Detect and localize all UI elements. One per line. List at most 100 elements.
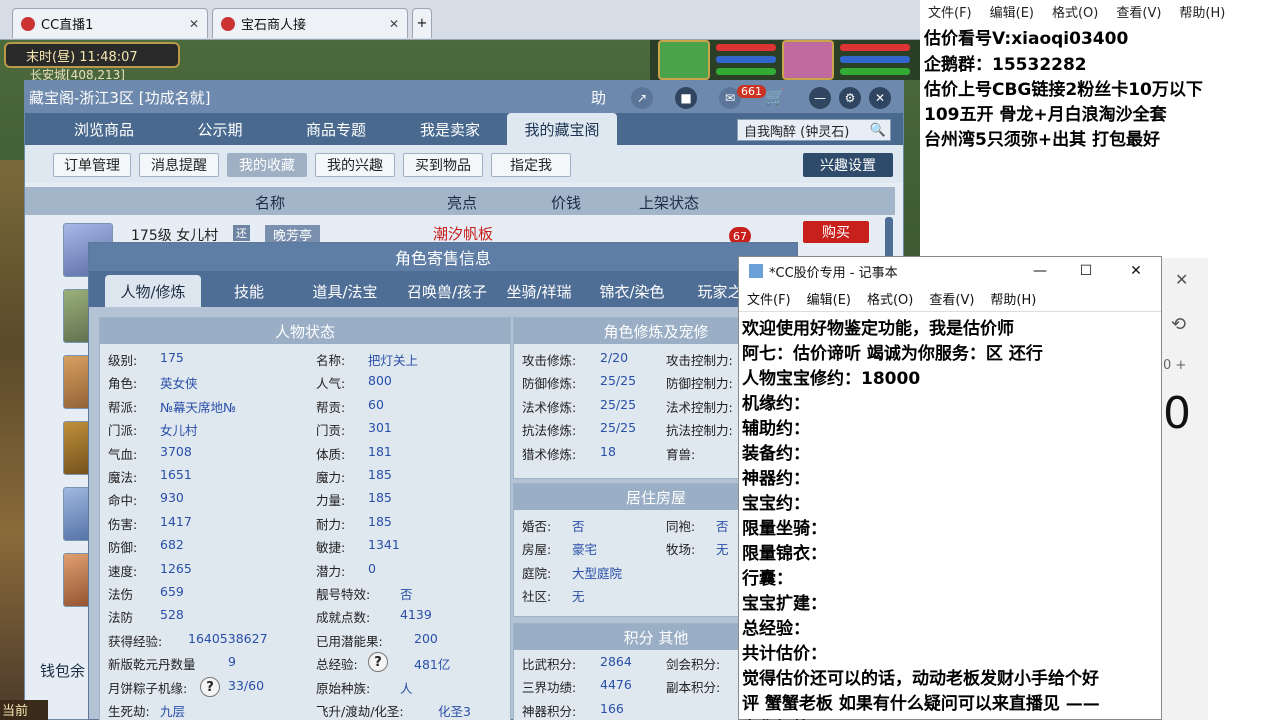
tab-skills[interactable]: 技能 xyxy=(207,275,291,307)
notepad-popup-line: 宝宝扩建： xyxy=(742,594,827,614)
minimize-button[interactable]: — xyxy=(1017,259,1063,283)
help-question-icon[interactable]: ? xyxy=(200,677,220,697)
subtab-purchased[interactable]: 买到物品 xyxy=(403,153,483,177)
close-tab-icon[interactable]: ✕ xyxy=(389,17,399,31)
menu-format[interactable]: 格式(O) xyxy=(1052,2,1098,21)
score-label: 比武积分: xyxy=(522,657,577,672)
search-icon[interactable]: 🔍 xyxy=(870,123,886,138)
tab-my-pavilion[interactable]: 我的藏宝阁 xyxy=(507,113,617,145)
tab-summons[interactable]: 召唤兽/孩子 xyxy=(395,275,499,307)
house-label: 庭院: xyxy=(522,565,552,581)
status-value: 659 xyxy=(160,584,184,599)
status-value: 1417 xyxy=(160,513,192,529)
cultivation-label: 防御修炼: xyxy=(522,376,577,392)
notepad-popup-title: *CC股价专用 - 记事本 xyxy=(769,265,898,281)
cultivation-label: 猎术修炼: xyxy=(522,446,577,462)
player-portrait[interactable] xyxy=(782,40,834,80)
shop-sub-tabs: 订单管理 消息提醒 我的收藏 我的兴趣 买到物品 指定我 xyxy=(25,145,903,183)
status-value: 4139 xyxy=(400,607,432,623)
house-label: 婚否: xyxy=(522,519,552,534)
col-name: 名称 xyxy=(255,194,286,212)
menu-edit[interactable]: 编辑(E) xyxy=(807,289,851,308)
notepad-popup-line: 为你解答 xyxy=(742,714,810,720)
subtab-orders[interactable]: 订单管理 xyxy=(53,153,131,177)
search-input[interactable]: 自我陶醉 (钟灵石) 🔍 xyxy=(737,119,891,141)
tab-seller[interactable]: 我是卖家 xyxy=(395,113,505,145)
chat-channel-label[interactable]: 当前 xyxy=(0,700,48,720)
browser-tab-gem[interactable]: 宝石商人接 ✕ xyxy=(212,8,408,38)
notepad-popup-line: 评 蟹蟹老板 如果有什么疑问可以来直播见 —— xyxy=(742,694,1100,714)
interest-settings-button[interactable]: 兴趣设置 xyxy=(803,153,893,177)
status-value: 0 xyxy=(368,560,376,576)
close-icon[interactable]: ✕ xyxy=(869,87,891,109)
status-value: 1651 xyxy=(160,467,192,482)
maximize-button[interactable]: ☐ xyxy=(1063,259,1109,283)
status-label: 力量: xyxy=(316,493,346,509)
close-icon[interactable]: ✕ xyxy=(1175,270,1188,289)
status-value: 301 xyxy=(368,420,392,436)
menu-format[interactable]: 格式(O) xyxy=(867,289,913,308)
tab-person-cultivation[interactable]: 人物/修炼 xyxy=(105,275,201,307)
settings-icon[interactable]: ⚙ xyxy=(839,87,861,109)
share-icon[interactable]: ↗ xyxy=(631,87,653,109)
help-button[interactable]: 助 xyxy=(591,87,606,108)
cultivation-value: 25/25 xyxy=(600,420,637,436)
score-label: 副本积分: xyxy=(666,680,721,696)
score-label: 剑会积分: xyxy=(666,657,721,672)
subtab-favorites[interactable]: 我的收藏 xyxy=(227,153,307,177)
tab-publicity[interactable]: 公示期 xyxy=(165,113,275,145)
menu-view[interactable]: 查看(V) xyxy=(1116,2,1161,21)
status-label: 获得经验: xyxy=(108,633,163,649)
team-status-bar xyxy=(650,40,920,80)
status-label: 名称: xyxy=(316,353,346,368)
col-highlight: 亮点 xyxy=(447,194,478,212)
menu-file[interactable]: 文件(F) xyxy=(747,289,791,308)
help-question-icon[interactable]: ? xyxy=(368,652,388,672)
subtab-messages[interactable]: 消息提醒 xyxy=(139,153,219,177)
status-value: 528 xyxy=(160,607,184,623)
browser-tab-cc-live[interactable]: CC直播1 ✕ xyxy=(12,8,208,38)
cultivation-label: 防御控制力: xyxy=(666,376,733,392)
status-label: 月饼粽子机缘: xyxy=(108,680,188,696)
cultivation-label: 抗法控制力: xyxy=(666,423,733,439)
subtab-assigned[interactable]: 指定我 xyxy=(491,153,571,177)
menu-edit[interactable]: 编辑(E) xyxy=(990,2,1034,21)
pet-portrait[interactable] xyxy=(658,40,710,80)
stop-icon[interactable]: ■ xyxy=(675,87,697,109)
status-value: 人 xyxy=(400,680,413,696)
status-label: 防御: xyxy=(108,540,138,556)
minimize-icon[interactable]: — xyxy=(809,87,831,109)
notepad-popup-text-area[interactable]: 欢迎使用好物鉴定功能，我是估价师 阿七：估价谛听 竭诚为你服务：区 还行 人物宝宝修… xyxy=(739,311,1161,720)
buy-button[interactable]: 购买 xyxy=(803,221,869,243)
tab-outfits[interactable]: 锦衣/染色 xyxy=(585,275,679,307)
close-tab-icon[interactable]: ✕ xyxy=(189,17,199,31)
notepad-popup-line: 限量锦衣： xyxy=(742,544,827,564)
close-button[interactable]: ✕ xyxy=(1113,259,1159,283)
new-tab-button[interactable]: + xyxy=(412,8,432,38)
tab-topics[interactable]: 商品专题 xyxy=(281,113,391,145)
house-value: 豪宅 xyxy=(572,542,598,558)
status-label: 成就点数: xyxy=(316,610,371,626)
house-label: 同袍: xyxy=(666,519,696,534)
status-value: 九层 xyxy=(160,704,186,719)
cultivation-value: 25/25 xyxy=(600,373,637,389)
tab-items[interactable]: 道具/法宝 xyxy=(297,275,393,307)
menu-file[interactable]: 文件(F) xyxy=(928,2,972,21)
cultivation-label: 抗法修炼: xyxy=(522,423,577,439)
subtab-interests[interactable]: 我的兴趣 xyxy=(315,153,395,177)
history-icon[interactable]: ⟲ xyxy=(1171,314,1186,335)
status-value: 181 xyxy=(368,443,392,459)
status-label: 魔力: xyxy=(316,470,346,485)
status-label: 伤害: xyxy=(108,516,138,532)
status-value: 481亿 xyxy=(414,657,451,673)
status-label: 靓号特效: xyxy=(316,587,371,602)
menu-help[interactable]: 帮助(H) xyxy=(1179,2,1225,21)
status-label: 人气: xyxy=(316,376,346,392)
menu-view[interactable]: 查看(V) xyxy=(929,289,974,308)
tab-browse[interactable]: 浏览商品 xyxy=(49,113,159,145)
tab-mounts[interactable]: 坐骑/祥瑞 xyxy=(497,275,581,307)
browser-tab-label: CC直播1 xyxy=(41,18,94,33)
menu-help[interactable]: 帮助(H) xyxy=(990,289,1036,308)
status-label: 角色: xyxy=(108,376,138,392)
cart-icon[interactable]: 🛒 xyxy=(765,87,785,106)
